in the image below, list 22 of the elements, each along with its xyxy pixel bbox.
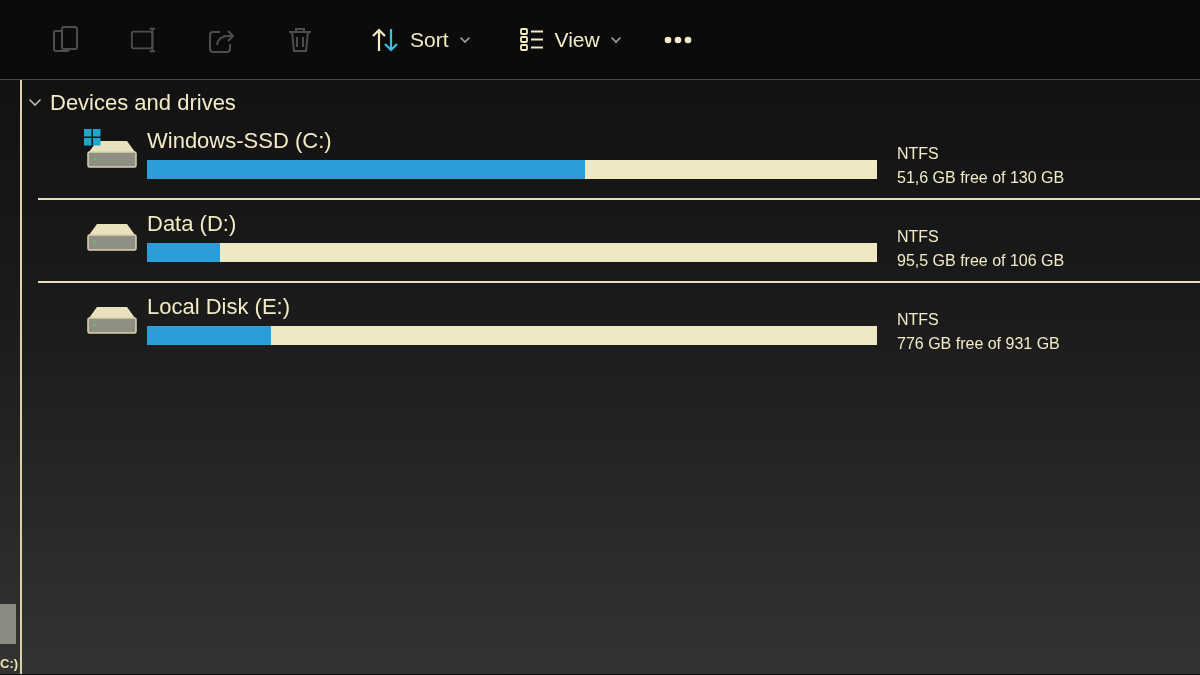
- sort-icon: [370, 26, 400, 53]
- view-icon: [518, 26, 545, 53]
- caret-icon: [458, 35, 471, 44]
- filesystem-label: NTFS: [897, 310, 940, 330]
- free-space-label: 95,5 GB free of 106 GB: [897, 251, 1065, 271]
- section-header[interactable]: Devices and drives: [24, 87, 240, 117]
- drive-name: Local Disk (E:): [147, 294, 292, 320]
- free-space-label: 51,6 GB free of 130 GB: [897, 168, 1065, 188]
- copy-icon: [52, 24, 80, 55]
- sort-button[interactable]: Sort: [362, 17, 479, 62]
- more-icon: [663, 35, 692, 44]
- filesystem-label: NTFS: [897, 227, 940, 247]
- chevron-icon: [28, 97, 42, 107]
- drive-name: Data (D:): [147, 211, 238, 237]
- trash-icon: [287, 25, 313, 54]
- free-space-label: 776 GB free of 931 GB: [897, 334, 1060, 354]
- nav-item[interactable]: C:): [0, 656, 20, 672]
- filesystem-label: NTFS: [897, 144, 940, 164]
- view-button[interactable]: View: [510, 17, 630, 62]
- caret-icon: [609, 35, 622, 44]
- rename-icon: [130, 25, 158, 54]
- drive-name: Windows-SSD (C:): [147, 128, 333, 154]
